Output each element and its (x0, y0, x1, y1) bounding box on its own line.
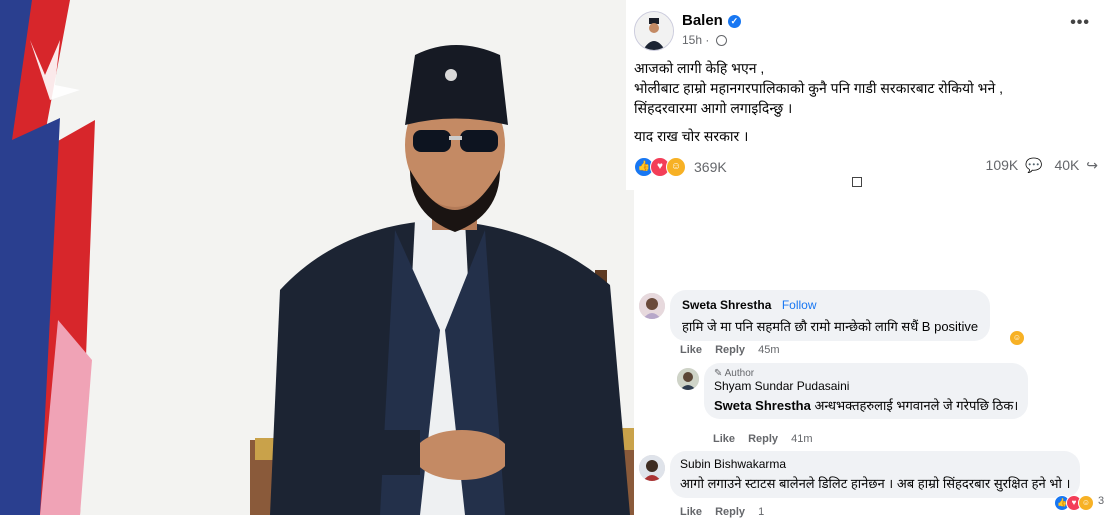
comment-reactions[interactable]: 👍 ♥ ☺ 3 (1054, 495, 1104, 511)
haha-reaction-icon: ☺ (1078, 495, 1094, 511)
post-line: सिंहदरवारमा आगो लगाइदिन्छु । (634, 100, 793, 116)
post-card: Balen ✓ 15h · ••• आजको लागी केहि भएन , भो… (626, 0, 1104, 190)
author-badge: ✎ Author (714, 368, 1018, 379)
care-reaction-icon: ☺ (666, 157, 686, 177)
like-button[interactable]: Like (713, 433, 735, 445)
share-icon: ↪ (1086, 157, 1098, 173)
commenter-name[interactable]: Subin Bishwakarma (680, 457, 1070, 471)
post-meta: 15h · (682, 33, 727, 47)
author-name-text[interactable]: Balen (682, 12, 723, 29)
reply-time[interactable]: 41m (791, 433, 812, 445)
post-time[interactable]: 15h (682, 33, 702, 47)
author-avatar[interactable] (634, 11, 674, 51)
comment-text: आगो लगाउने स्टाटस बालेनले डिलिट हानेछन ।… (680, 476, 1071, 491)
meta-separator: · (705, 33, 710, 47)
comment-actions: Like Reply 45m (680, 344, 790, 356)
comment-bubble: Sweta Shrestha Follow हामि जे मा पनि सहम… (670, 290, 991, 341)
reply-button[interactable]: Reply (748, 433, 778, 445)
reply-actions: Like Reply 41m (713, 433, 823, 445)
more-options-button[interactable]: ••• (1070, 14, 1090, 32)
comment-icon: 💬 (1025, 157, 1043, 173)
post-text: आजको लागी केहि भएन , भोलीबाट हाम्रो महान… (634, 58, 1094, 146)
comment-bubble: Subin Bishwakarma आगो लगाउने स्टाटस बाले… (670, 451, 1081, 498)
comment-actions: Like Reply 1 (680, 506, 774, 518)
reply-button[interactable]: Reply (715, 344, 745, 356)
author-badge-icon: ✎ (714, 368, 723, 379)
post-line: आजको लागी केहि भएन , (634, 60, 765, 76)
verified-badge-icon: ✓ (727, 15, 741, 28)
globe-icon (715, 35, 727, 46)
reaction-count: 369K (694, 159, 727, 175)
engagement-counts: 109K 💬 40K ↪ (978, 157, 1098, 174)
reply-body: अन्धभक्तहरुलाई भगवानले जे गरेपछि ठिक। (814, 398, 1019, 413)
post-closing-line: याद राख चोर सरकार । (634, 128, 749, 144)
comment-time[interactable]: 1 (758, 506, 764, 518)
like-button[interactable]: Like (680, 344, 702, 356)
post-line: भोलीबाट हाम्रो महानगरपालिकाको कुनै पनि ग… (634, 80, 1004, 96)
reply-text: Sweta Shrestha अन्धभक्तहरुलाई भगवानले जे… (714, 396, 1018, 414)
comment-count[interactable]: 109K (986, 157, 1019, 173)
author-name[interactable]: Balen ✓ (682, 12, 741, 29)
share-count[interactable]: 40K (1054, 157, 1079, 173)
commenter-avatar[interactable] (639, 455, 665, 481)
commenter-name[interactable]: Sweta Shrestha (682, 298, 771, 312)
comments-section: Sweta Shrestha Follow हामि जे मा पनि सहम… (634, 288, 1104, 518)
haha-reaction-icon: ☺ (1009, 330, 1025, 346)
reply-bubble: ✎ Author Shyam Sundar Pudasaini Sweta Sh… (704, 363, 1029, 419)
reactions-summary[interactable]: 👍 ♥ ☺ 369K (634, 156, 727, 178)
replier-avatar[interactable] (677, 368, 699, 390)
comment-time[interactable]: 45m (758, 344, 779, 356)
grid-icon (852, 177, 862, 187)
author-badge-label: Author (724, 368, 755, 379)
mention-link[interactable]: Sweta Shrestha (714, 398, 811, 413)
replier-name[interactable]: Shyam Sundar Pudasaini (714, 379, 1018, 393)
reply-button[interactable]: Reply (715, 506, 745, 518)
like-button[interactable]: Like (680, 506, 702, 518)
comment-reaction-count: 3 (1098, 495, 1104, 507)
comment-text: हामि जे मा पनि सहमति छौ रामो मान्छेको ला… (682, 319, 979, 334)
post-photo[interactable] (0, 0, 634, 515)
follow-button[interactable]: Follow (782, 298, 817, 312)
commenter-avatar[interactable] (639, 293, 665, 319)
comment-reactions[interactable]: ☺ (1009, 330, 1025, 346)
